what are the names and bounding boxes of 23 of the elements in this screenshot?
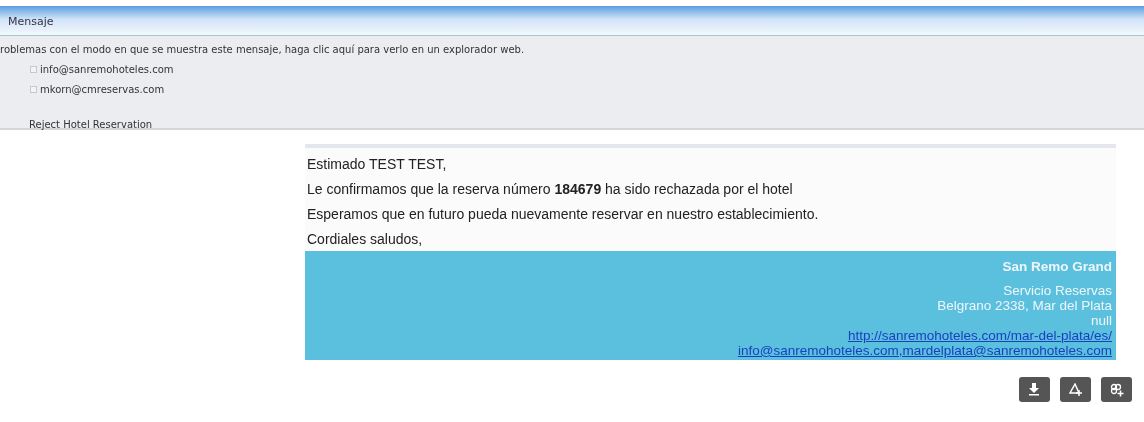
signature-line: null — [1090, 313, 1112, 328]
signature-link[interactable]: http://sanremohoteles.com/mar-del-plata/es/ — [847, 328, 1112, 343]
download-icon — [1027, 382, 1042, 397]
email-paragraph: Esperamos que en futuro pueda nuevamente reservar en nuestro establecimiento. — [306, 205, 820, 223]
save-to-photos-button[interactable] — [1101, 377, 1132, 402]
header-title: Mensaje — [8, 15, 54, 28]
square-icon — [30, 86, 37, 93]
pinwheel-plus-icon — [1109, 382, 1124, 397]
save-to-drive-button[interactable] — [1060, 377, 1091, 402]
recipient-address[interactable]: mkorn@cmreservas.com — [40, 82, 165, 97]
email-paragraph: Estimado TEST TEST, — [306, 155, 448, 173]
signature-link[interactable]: info@sanremohoteles.com,mardelplata@sanremohoteles.com — [737, 343, 1112, 358]
signature-line: Belgrano 2338, Mar del Plata — [936, 298, 1112, 313]
square-icon — [30, 66, 37, 73]
email-paragraph: Cordiales saludos, — [306, 230, 424, 248]
signature-line: Servicio Reservas — [1002, 283, 1112, 298]
download-button[interactable] — [1019, 377, 1050, 402]
recipient-address[interactable]: info@sanremohoteles.com — [40, 62, 174, 77]
notice-text: roblemas con el modo en que se muestra este mensaje, haga clic aquí para verlo en un explorador web. — [0, 43, 526, 57]
hotel-name: San Remo Grand — [1001, 259, 1112, 274]
triangle-plus-icon — [1068, 382, 1083, 397]
subject-text: Reject Hotel Reservation — [28, 118, 154, 132]
email-paragraph: Le confirmamos que la reserva número 184679 ha sido rechazada por el hotel — [306, 180, 794, 198]
